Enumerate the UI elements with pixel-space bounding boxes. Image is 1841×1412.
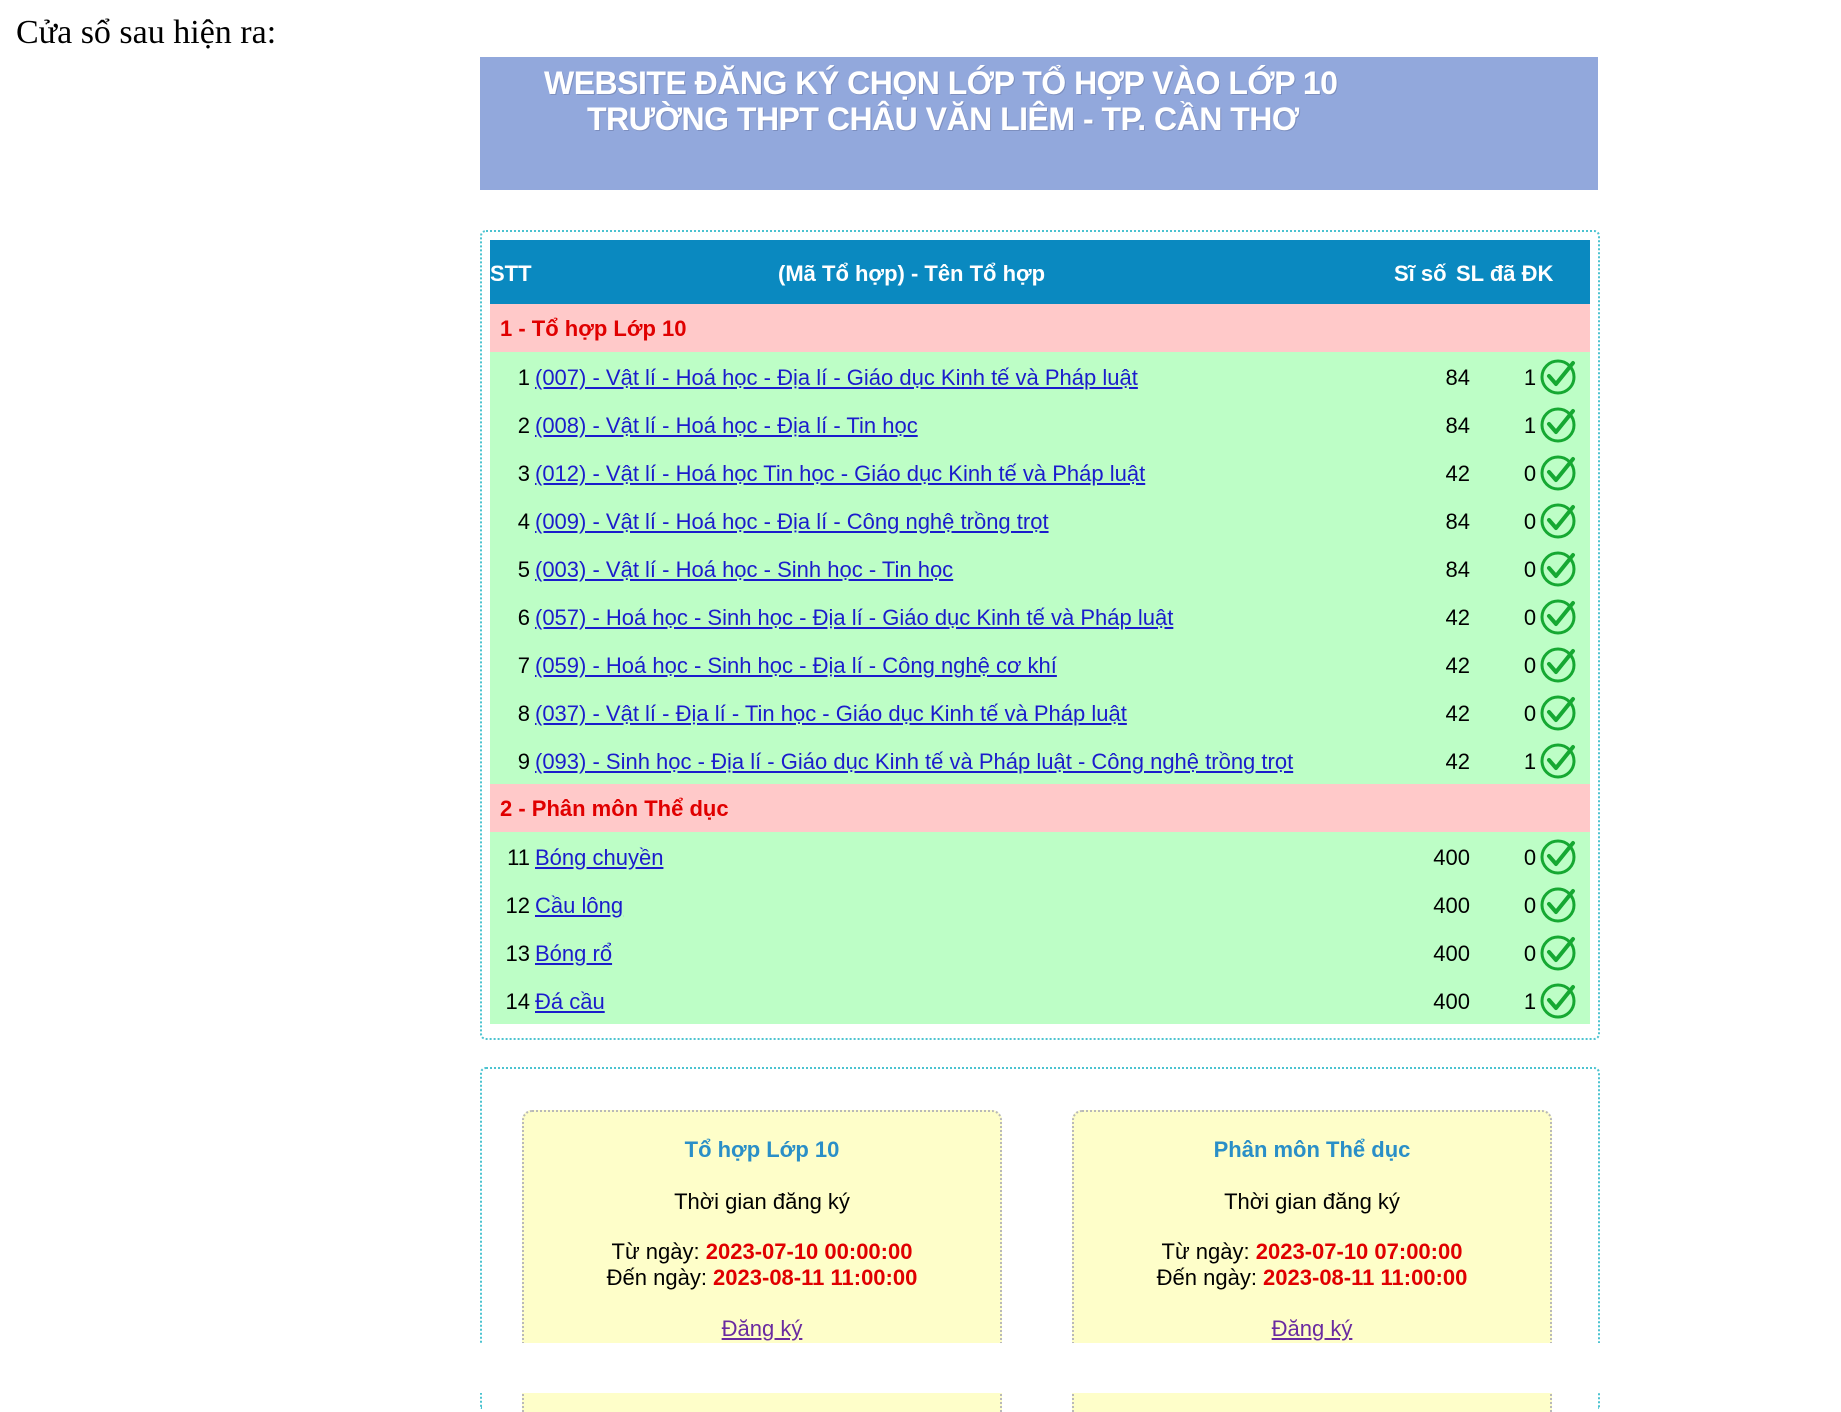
card-title: Phân môn Thể dục [1213,1137,1411,1162]
banner-title-line2: TRƯỜNG THPT CHÂU VĂN LIÊM - TP. CẦN THƠ [587,101,1299,137]
group-title: 1 - Tổ hợp Lớp 10 [500,316,687,341]
card-dates: Từ ngày: 2023-07-10 00:00:00 Đến ngày: 2… [524,1239,1000,1291]
row-stt: 5 [517,557,530,582]
check-circle-icon[interactable] [1538,932,1578,972]
to-label: Đến ngày: [606,1265,714,1290]
table-body: 1 - Tổ hợp Lớp 10 1 (007) - Vật lí - Hoá h… [490,304,1590,1024]
combination-link[interactable]: (057) - Hoá học - Sinh học - Địa lí - Gi… [535,605,1173,631]
card-subtitle: Thời gian đăng ký [1224,1189,1400,1214]
row-capacity: 42 [1445,461,1470,486]
register-link[interactable]: Đăng ký [1074,1316,1550,1342]
check-circle-icon[interactable] [1538,692,1578,732]
check-circle-icon[interactable] [1538,356,1578,396]
card-dates: Từ ngày: 2023-07-10 07:00:00 Đến ngày: 2… [1074,1239,1550,1291]
combination-link[interactable]: (012) - Vật lí - Hoá học Tin học - Giáo … [535,461,1145,487]
row-capacity: 42 [1445,749,1470,774]
card-subtitle: Thời gian đăng ký [674,1189,850,1214]
table-row: 4 (009) - Vật lí - Hoá học - Địa lí - Côn… [490,496,1590,544]
table-row: 11 Bóng chuyền 400 0 [490,832,1590,880]
row-stt: 11 [507,845,530,870]
combination-link[interactable]: Cầu lông [535,893,623,919]
check-circle-icon[interactable] [1538,452,1578,492]
table-row: 9 (093) - Sinh học - Địa lí - Giáo dục Ki… [490,736,1590,784]
combination-link[interactable]: (007) - Vật lí - Hoá học - Địa lí - Giáo… [535,365,1138,391]
check-circle-icon[interactable] [1538,836,1578,876]
combination-link[interactable]: Bóng rổ [535,941,612,967]
row-capacity: 84 [1445,557,1470,582]
subject-combination-table: STT (Mã Tổ hợp) - Tên Tổ hợp Sĩ số SL đã… [490,240,1590,1024]
card-title: Tổ hợp Lớp 10 [684,1137,840,1162]
combination-link[interactable]: Bóng chuyền [535,845,663,871]
check-circle-icon[interactable] [1538,740,1578,780]
combination-link[interactable]: (059) - Hoá học - Sinh học - Địa lí - Cô… [535,653,1057,679]
row-capacity: 400 [1433,893,1470,918]
row-stt: 8 [517,701,530,726]
from-date: 2023-07-10 07:00:00 [1255,1239,1463,1264]
combination-link[interactable]: (008) - Vật lí - Hoá học - Địa lí - Tin … [535,413,918,439]
page-bottom-whitespace [0,1343,1841,1393]
row-capacity: 400 [1433,845,1470,870]
row-stt: 2 [517,413,530,438]
table-row: 12 Cầu lông 400 0 [490,880,1590,928]
table-row: 13 Bóng rổ 400 0 [490,928,1590,976]
combination-link[interactable]: (037) - Vật lí - Địa lí - Tin học - Giáo… [535,701,1127,727]
combination-link[interactable]: (093) - Sinh học - Địa lí - Giáo dục Kin… [535,749,1293,775]
combination-link[interactable]: Đá cầu [535,989,605,1015]
to-date: 2023-08-11 11:00:00 [713,1265,918,1290]
to-date: 2023-08-11 11:00:00 [1263,1265,1468,1290]
combination-link[interactable]: (009) - Vật lí - Hoá học - Địa lí - Công… [535,509,1049,535]
row-capacity: 84 [1445,413,1470,438]
group-header: 2 - Phân môn Thể dục [490,784,1590,832]
row-stt: 9 [517,749,530,774]
to-label: Đến ngày: [1156,1265,1264,1290]
row-stt: 7 [517,653,530,678]
from-date: 2023-07-10 00:00:00 [705,1239,913,1264]
row-stt: 4 [517,509,530,534]
intro-text: Cửa sổ sau hiện ra: [16,14,277,51]
group-title: 2 - Phân môn Thể dục [500,796,729,821]
header-name: (Mã Tổ hợp) - Tên Tổ hợp [778,261,1046,286]
row-capacity: 400 [1433,941,1470,966]
from-label: Từ ngày: [1161,1239,1256,1264]
register-link[interactable]: Đăng ký [524,1316,1000,1342]
combination-link[interactable]: (003) - Vật lí - Hoá học - Sinh học - Ti… [535,557,953,583]
row-capacity: 42 [1445,653,1470,678]
row-capacity: 42 [1445,701,1470,726]
table-row: 1 (007) - Vật lí - Hoá học - Địa lí - Giá… [490,352,1590,400]
header-registered: SL đã ĐK [1456,261,1554,286]
row-stt: 1 [517,365,530,390]
check-circle-icon[interactable] [1538,548,1578,588]
row-stt: 14 [505,989,530,1014]
row-capacity: 400 [1433,989,1470,1014]
table-row: 6 (057) - Hoá học - Sinh học - Địa lí - G… [490,592,1590,640]
row-capacity: 84 [1445,365,1470,390]
site-banner: WEBSITE ĐĂNG KÝ CHỌN LỚP TỔ HỢP VÀO LỚP … [480,57,1598,190]
table-header: STT (Mã Tổ hợp) - Tên Tổ hợp Sĩ số SL đã… [490,240,1590,304]
table-row: 14 Đá cầu 400 1 [490,976,1590,1024]
check-circle-icon[interactable] [1538,644,1578,684]
table-row: 5 (003) - Vật lí - Hoá học - Sinh học - T… [490,544,1590,592]
group-header: 1 - Tổ hợp Lớp 10 [490,304,1590,352]
table-row: 8 (037) - Vật lí - Địa lí - Tin học - Giá… [490,688,1590,736]
check-circle-icon[interactable] [1538,596,1578,636]
row-capacity: 42 [1445,605,1470,630]
row-capacity: 84 [1445,509,1470,534]
check-circle-icon[interactable] [1538,404,1578,444]
header-capacity: Sĩ số [1394,261,1447,286]
header-stt: STT [490,261,532,286]
row-stt: 13 [505,941,530,966]
table-row: 3 (012) - Vật lí - Hoá học Tin học - Giáo… [490,448,1590,496]
row-stt: 3 [517,461,530,486]
row-stt: 6 [517,605,530,630]
table-row: 2 (008) - Vật lí - Hoá học - Địa lí - Tin… [490,400,1590,448]
table-row: 7 (059) - Hoá học - Sinh học - Địa lí - C… [490,640,1590,688]
check-circle-icon[interactable] [1538,884,1578,924]
check-circle-icon[interactable] [1538,500,1578,540]
banner-title-line1: WEBSITE ĐĂNG KÝ CHỌN LỚP TỔ HỢP VÀO LỚP … [544,65,1338,101]
from-label: Từ ngày: [611,1239,706,1264]
row-stt: 12 [505,893,530,918]
check-circle-icon[interactable] [1538,980,1578,1020]
